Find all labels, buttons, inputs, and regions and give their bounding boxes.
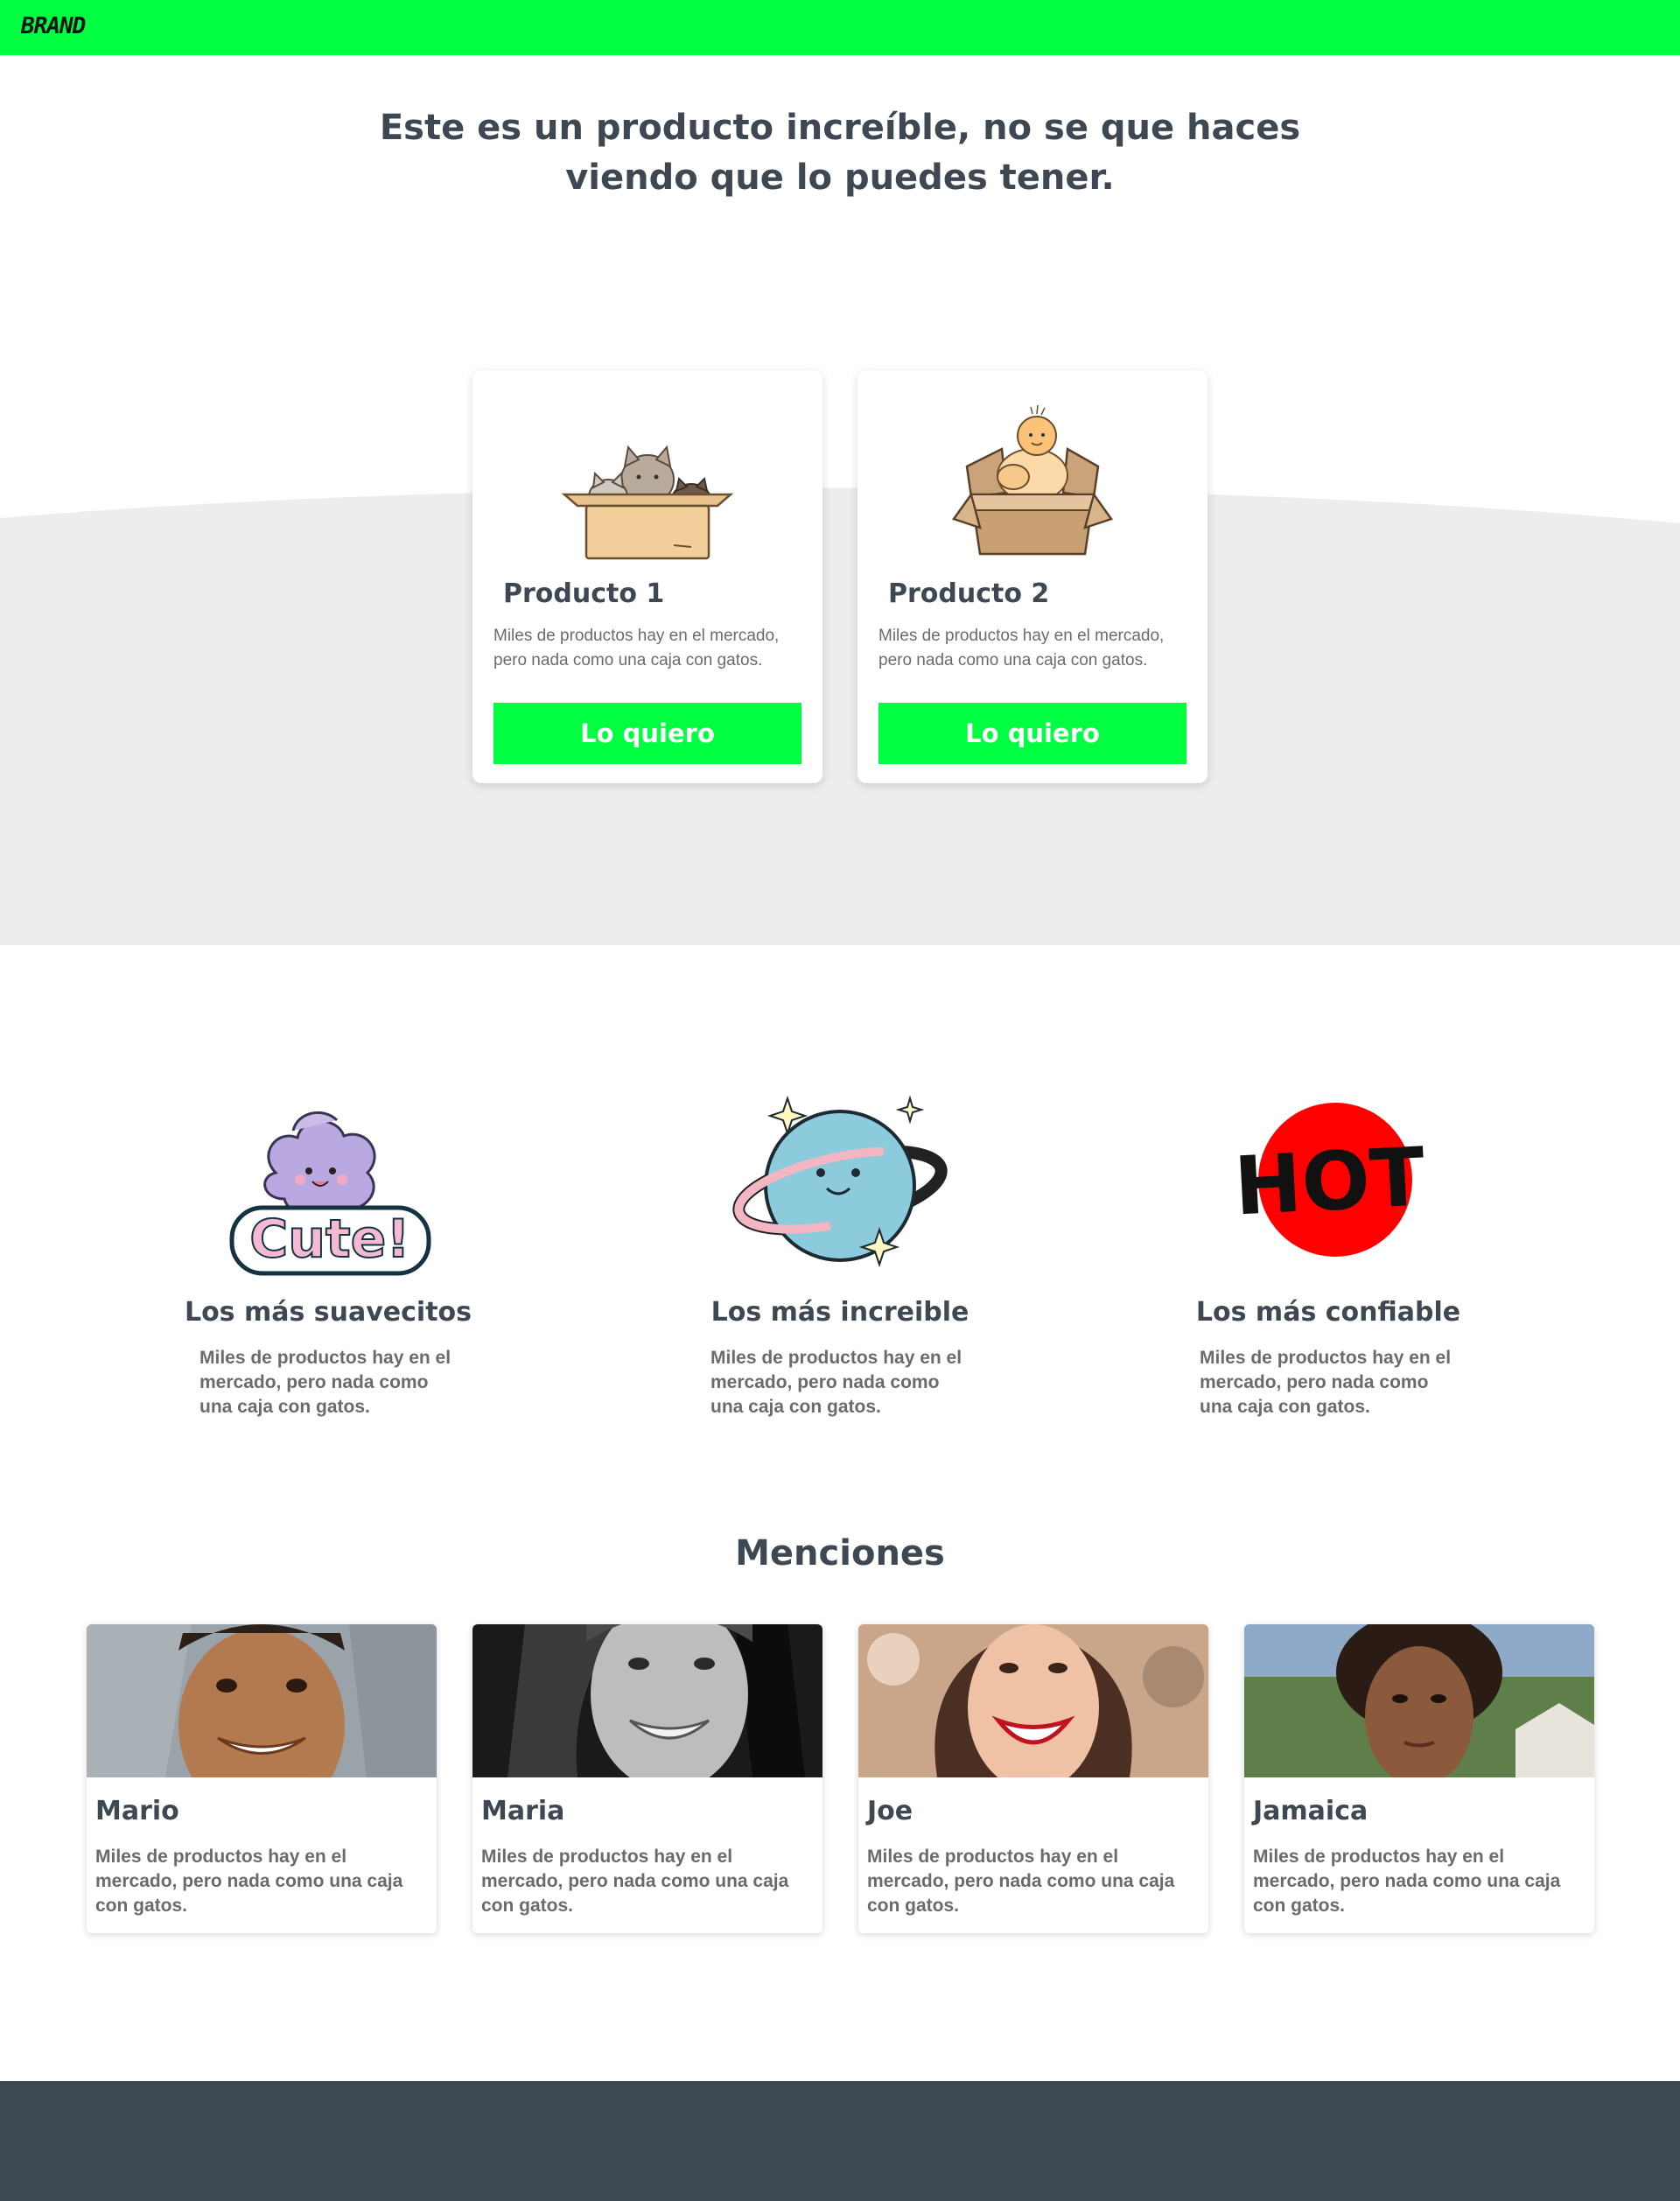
cute-sticker-icon: Cute!: [229, 1111, 431, 1276]
mention-name: Joe: [867, 1796, 914, 1826]
hero-title: Este es un producto increíble, no se que…: [379, 108, 1301, 198]
mention-name: Mario: [95, 1796, 179, 1826]
mention-card-joe: Joe Miles de productos hay en el mercado…: [858, 1624, 1208, 1933]
joe-photo: [858, 1624, 1208, 1777]
feature-amazing: Los más increible Miles de productos hay…: [656, 1076, 1024, 1417]
product-description: Miles de productos hay en el mercado, pe…: [494, 627, 780, 669]
mention-description: Miles de productos hay en el mercado, pe…: [481, 1847, 789, 1916]
mention-name: Maria: [481, 1796, 565, 1826]
product-title: Producto 2: [888, 578, 1050, 609]
maria-photo: [472, 1624, 822, 1777]
mention-card-maria: Maria Miles de productos hay en el merca…: [472, 1624, 822, 1933]
product-description: Miles de productos hay en el mercado, pe…: [878, 627, 1165, 669]
product-card-2: Producto 2 Miles de productos hay en el …: [858, 370, 1208, 783]
feature-reliable: HOT Los más confiable Miles de productos…: [1144, 1076, 1512, 1417]
mario-photo: [87, 1624, 437, 1777]
mention-description: Miles de productos hay en el mercado, pe…: [95, 1847, 403, 1916]
baby-in-box-illustration: [951, 404, 1114, 556]
mention-description: Miles de productos hay en el mercado, pe…: [867, 1847, 1175, 1916]
mention-card-jamaica: Jamaica Miles de productos hay en el mer…: [1244, 1624, 1594, 1933]
svg-text:Cute!: Cute!: [249, 1209, 410, 1270]
svg-text:HOT: HOT: [1232, 1130, 1428, 1233]
buy-button[interactable]: Lo quiero: [494, 703, 802, 764]
mention-name: Jamaica: [1253, 1796, 1368, 1826]
mention-card-mario: Mario Miles de productos hay en el merca…: [87, 1624, 437, 1933]
feature-description: Miles de productos hay en el mercado, pe…: [200, 1348, 452, 1417]
feature-title: Los más confiable: [1195, 1297, 1461, 1328]
planet-sticker-icon: [732, 1095, 948, 1268]
feature-soft: Cute! Los más suavecitos Miles de produc…: [144, 1076, 512, 1417]
brand-logo[interactable]: BRAND: [21, 13, 86, 39]
mention-description: Miles de productos hay en el mercado, pe…: [1253, 1847, 1561, 1916]
feature-description: Miles de productos hay en el mercado, pe…: [710, 1348, 962, 1417]
footer: [0, 2081, 1680, 2201]
product-card-1: Producto 1 Miles de productos hay en el …: [472, 370, 822, 783]
gray-band-background: [0, 487, 1680, 945]
jamaica-photo: [1244, 1624, 1594, 1777]
cats-in-box-illustration: [561, 445, 734, 560]
mentions-title: Menciones: [735, 1533, 945, 1574]
buy-button[interactable]: Lo quiero: [878, 703, 1186, 764]
feature-title: Los más increible: [710, 1297, 970, 1328]
feature-description: Miles de productos hay en el mercado, pe…: [1200, 1348, 1452, 1417]
hot-sticker-icon: HOT: [1232, 1103, 1428, 1257]
navbar: BRAND: [0, 0, 1680, 55]
feature-title: Los más suavecitos: [184, 1297, 472, 1328]
product-title: Producto 1: [503, 578, 665, 609]
